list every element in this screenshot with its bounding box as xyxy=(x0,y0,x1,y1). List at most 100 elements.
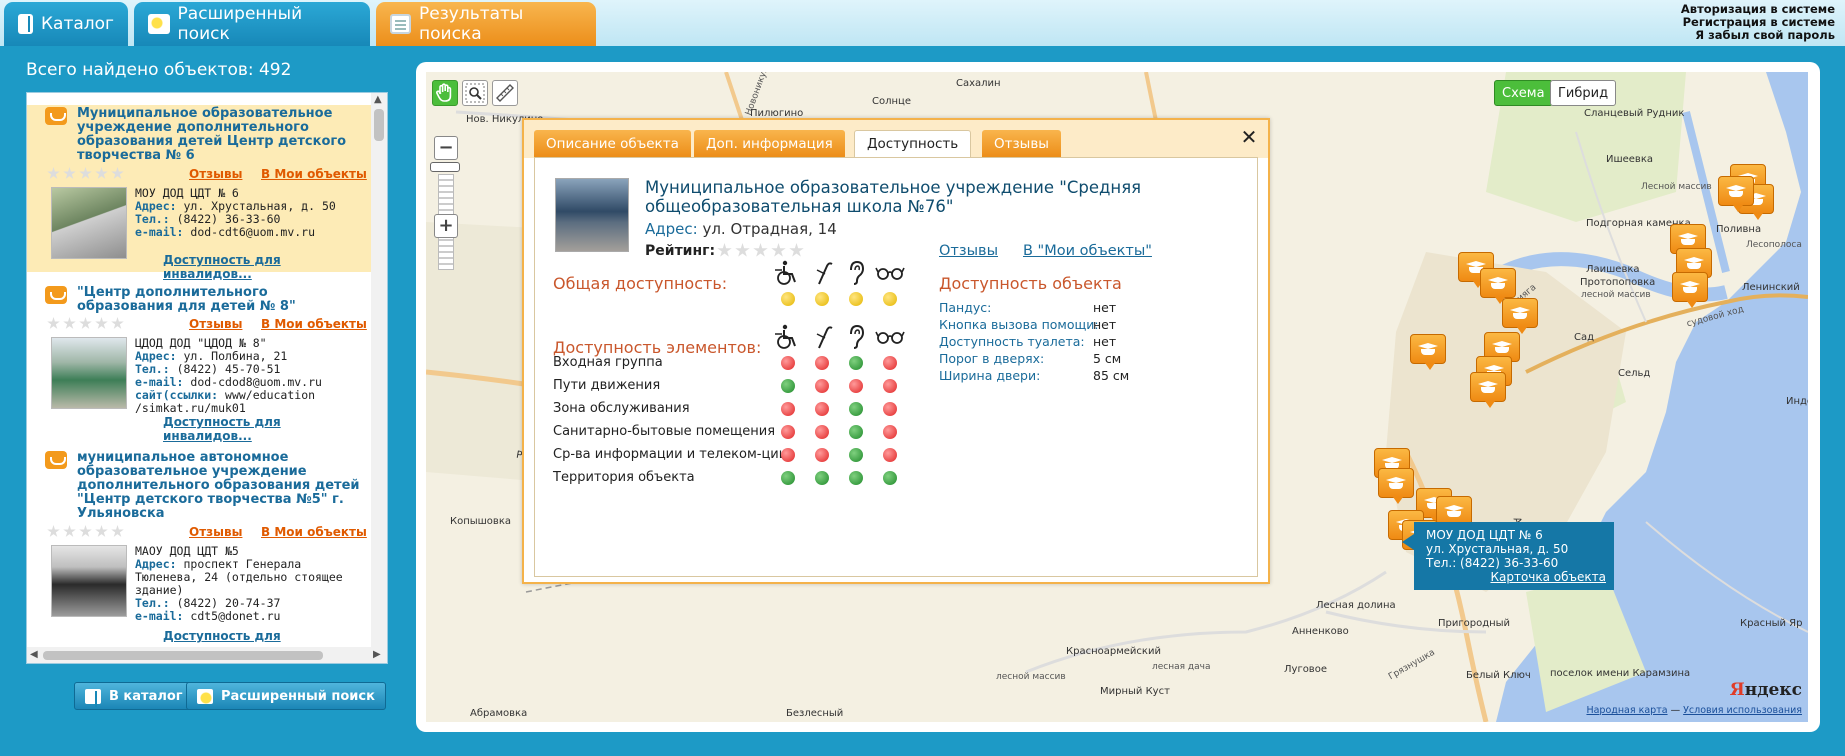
element-label: Ср-ва информации и телеком-ции xyxy=(553,447,788,462)
ruler-icon xyxy=(496,84,514,102)
tab-catalog[interactable]: Каталог xyxy=(4,2,128,46)
popup-tab-reviews[interactable]: Отзывы xyxy=(982,130,1061,157)
school-marker[interactable] xyxy=(1502,298,1538,334)
list-item[interactable]: Муниципальное образовательное учреждение… xyxy=(27,105,371,281)
item-title[interactable]: "Центр дополнительного образования для д… xyxy=(77,286,367,314)
school-marker[interactable] xyxy=(1672,272,1708,308)
map-type-scheme-button[interactable]: Схема xyxy=(1494,80,1553,106)
map-label: Красный Яр xyxy=(1740,618,1803,629)
status-dot xyxy=(849,356,863,370)
ruler-tool-button[interactable] xyxy=(492,80,518,106)
scroll-up-icon[interactable]: ▲ xyxy=(374,94,382,105)
email-key: e-mail: xyxy=(135,609,184,623)
tooltip-phone: Тел.: (8422) 36-33-60 xyxy=(1426,556,1559,570)
list-item[interactable]: "Центр дополнительного образования для д… xyxy=(27,284,371,444)
school-marker[interactable] xyxy=(1410,334,1446,370)
phone-key: Тел.: xyxy=(135,596,170,610)
map-type-hybrid-button[interactable]: Гибрид xyxy=(1550,80,1617,106)
pan-tool-button[interactable] xyxy=(432,80,458,106)
add-to-my-objects-link[interactable]: В Мои объекты xyxy=(261,525,367,539)
site-value-cont: /simkat.ru/muk01 xyxy=(135,401,246,415)
status-dot xyxy=(815,448,829,462)
map-canvas[interactable]: Сахалин Солнце Нов. Никулино Пилюгино Но… xyxy=(426,72,1808,722)
document-icon xyxy=(390,14,412,34)
add-to-my-objects-link[interactable]: В "Мои объекты" xyxy=(1023,243,1152,259)
school-marker[interactable] xyxy=(1378,468,1414,504)
map-label: лесной массив xyxy=(996,672,1066,682)
accessibility-link[interactable]: Доступность для инвалидов... xyxy=(163,415,371,443)
star-icon xyxy=(47,317,60,329)
accessibility-value: 85 см xyxy=(1093,368,1130,383)
close-icon[interactable]: ✕ xyxy=(1238,126,1260,148)
vertical-scrollbar[interactable]: ▲ xyxy=(371,93,387,649)
school-marker[interactable] xyxy=(1480,268,1516,304)
status-dot xyxy=(815,425,829,439)
glasses-icon xyxy=(875,324,905,350)
results-list: Муниципальное образовательное учреждение… xyxy=(26,92,388,664)
star-icon xyxy=(735,243,750,257)
wheelchair-icon xyxy=(773,260,803,286)
accessibility-key: Порог в дверях: xyxy=(939,351,1045,366)
status-dot xyxy=(883,425,897,439)
map-label: Поливна xyxy=(1716,224,1762,235)
zoom-in-button[interactable]: + xyxy=(434,214,458,238)
phone-key: Тел.: xyxy=(135,362,170,376)
object-card-link[interactable]: Карточка объекта xyxy=(1426,570,1606,584)
add-to-my-objects-link[interactable]: В Мои объекты xyxy=(261,317,367,331)
accessibility-value: нет xyxy=(1093,334,1117,349)
tab-search-results[interactable]: Результаты поиска xyxy=(376,2,596,46)
status-dot xyxy=(781,292,795,306)
zoom-slider-knob[interactable] xyxy=(430,162,460,172)
status-dot xyxy=(781,425,795,439)
reviews-link[interactable]: Отзывы xyxy=(939,243,998,259)
site-key: сайт(ссылки: xyxy=(135,388,219,402)
zoom-out-button[interactable]: − xyxy=(434,136,458,160)
tab-advanced-search[interactable]: Расширенный поиск xyxy=(134,2,370,46)
popup-tab-description[interactable]: Описание объекта xyxy=(534,130,691,157)
reviews-link[interactable]: Отзывы xyxy=(189,167,242,181)
star-icon xyxy=(63,525,76,537)
scrollbar-thumb[interactable] xyxy=(43,651,323,660)
star-icon xyxy=(95,525,108,537)
object-photo xyxy=(555,178,629,252)
popup-tab-extra-info[interactable]: Доп. информация xyxy=(694,130,845,157)
status-dot xyxy=(815,379,829,393)
people-map-link[interactable]: Народная карта xyxy=(1586,705,1667,716)
email-value: dod-cdod8@uom.mv.ru xyxy=(190,375,322,389)
scrollbar-thumb[interactable] xyxy=(374,109,384,141)
list-item[interactable]: муниципальное автономное образовательное… xyxy=(27,449,371,657)
accessibility-link[interactable]: Доступность для инвалидов... xyxy=(163,253,371,281)
element-label: Санитарно-бытовые помещения xyxy=(553,424,776,439)
accessibility-value: нет xyxy=(1093,317,1117,332)
to-catalog-button[interactable]: В каталог xyxy=(74,682,194,710)
map-label: Копышовка xyxy=(450,516,511,527)
forgot-password-link[interactable]: Я забыл свой пароль xyxy=(1681,29,1835,42)
item-photo xyxy=(51,545,127,617)
horizontal-scrollbar[interactable]: ◀ ▶ xyxy=(27,647,387,663)
zoom-rect-tool-button[interactable] xyxy=(462,80,488,106)
magnifier-icon xyxy=(465,83,485,103)
popup-tab-accessibility[interactable]: Доступность xyxy=(854,130,972,157)
map-label: Индс xyxy=(1786,396,1808,407)
app-frame: Каталог Расширенный поиск Результаты пои… xyxy=(0,0,1845,756)
school-marker[interactable] xyxy=(1718,176,1754,212)
status-dot xyxy=(883,356,897,370)
item-info: МОУ ДОД ЦДТ № 6 Адрес: ул. Хрустальная, … xyxy=(135,187,367,239)
item-title[interactable]: муниципальное автономное образовательное… xyxy=(77,451,367,521)
school-marker[interactable] xyxy=(1470,372,1506,408)
reviews-link[interactable]: Отзывы xyxy=(189,317,242,331)
cane-icon xyxy=(807,260,837,286)
reviews-link[interactable]: Отзывы xyxy=(189,525,242,539)
scroll-left-icon[interactable]: ◀ xyxy=(30,649,38,660)
terms-link[interactable]: Условия использования xyxy=(1683,705,1802,716)
status-dot xyxy=(849,292,863,306)
ear-icon xyxy=(841,324,871,350)
email-value: cdt5@donet.ru xyxy=(190,609,281,623)
advanced-search-button[interactable]: Расширенный поиск xyxy=(186,682,386,710)
glasses-icon xyxy=(875,260,905,286)
item-info: ЦДОД ДОД "ЦДОД № 8" Адрес: ул. Полбина, … xyxy=(135,337,367,415)
item-title[interactable]: Муниципальное образовательное учреждение… xyxy=(77,107,367,163)
add-to-my-objects-link[interactable]: В Мои объекты xyxy=(261,167,367,181)
status-dot xyxy=(781,471,795,485)
scroll-right-icon[interactable]: ▶ xyxy=(373,649,381,660)
